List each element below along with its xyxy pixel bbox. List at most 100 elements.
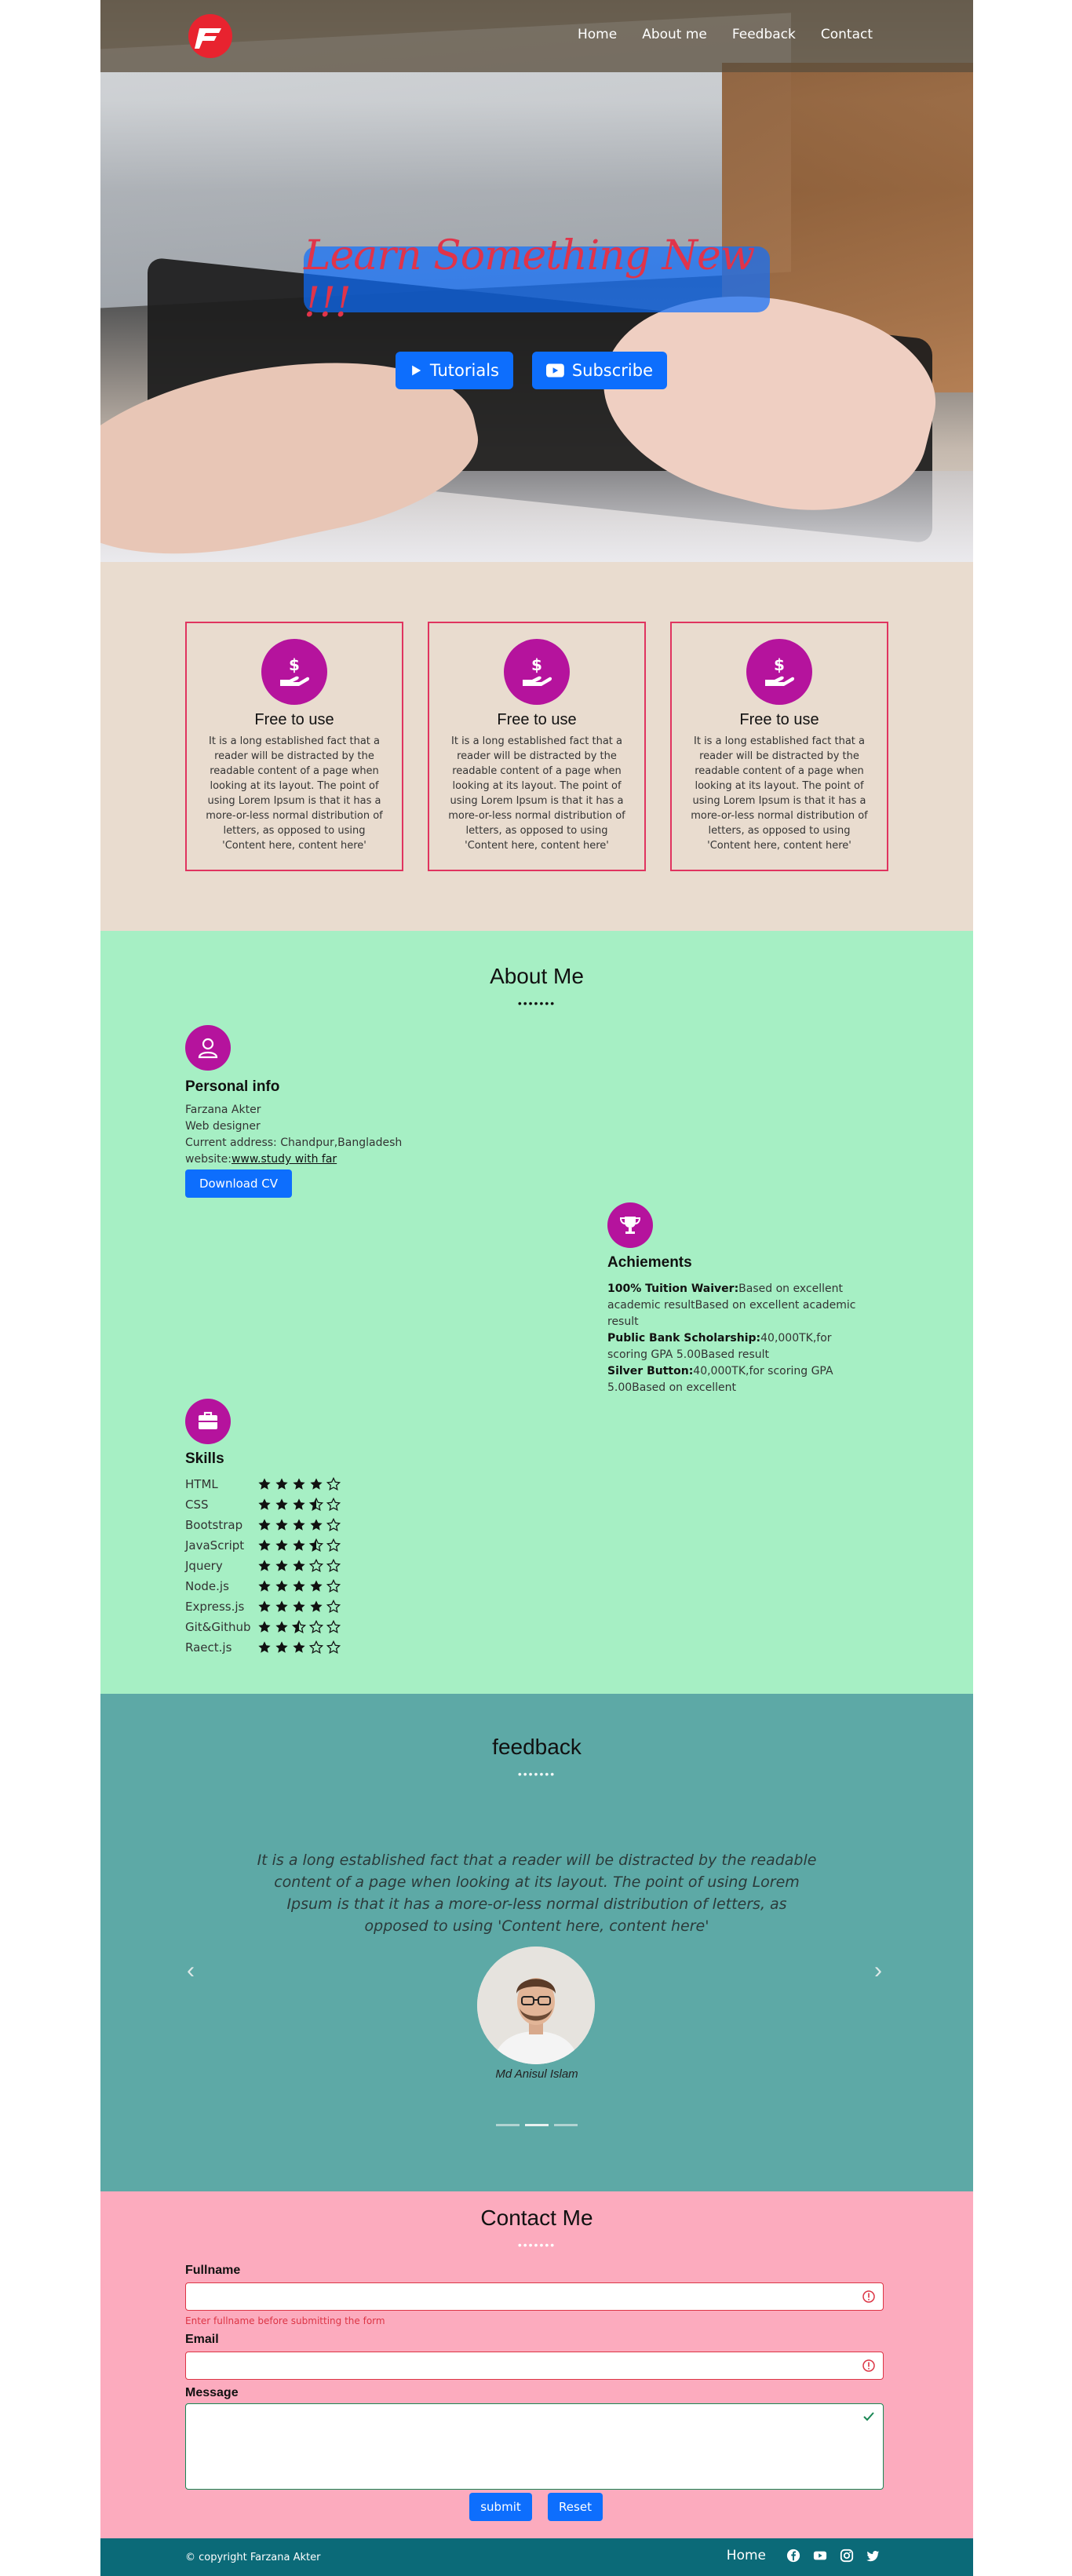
achievement-item: Public Bank Scholarship:40,000TK,for sco… bbox=[607, 1330, 874, 1363]
subscribe-label: Subscribe bbox=[571, 361, 653, 380]
skill-name: CSS bbox=[185, 1498, 209, 1512]
error-icon bbox=[862, 2290, 875, 2303]
facebook-icon[interactable] bbox=[786, 2549, 800, 2563]
feature-icon-circle: $ bbox=[261, 639, 327, 705]
nav-menu: Home About me Feedback Contact bbox=[578, 27, 873, 42]
carousel-prev-button[interactable]: ‹ bbox=[187, 1958, 195, 1984]
skill-rating bbox=[257, 1498, 341, 1512]
feedback-title: feedback bbox=[492, 1735, 582, 1759]
star-empty-icon bbox=[326, 1518, 341, 1531]
personal-icon-circle bbox=[185, 1025, 231, 1071]
feature-text: It is a long established fact that a rea… bbox=[691, 735, 868, 852]
submit-button[interactable]: submit bbox=[469, 2493, 532, 2521]
star-full-icon bbox=[293, 1600, 305, 1612]
star-empty-icon bbox=[326, 1559, 341, 1572]
skill-name: Raect.js bbox=[185, 1640, 232, 1655]
twitter-icon[interactable] bbox=[866, 2549, 881, 2563]
skill-rating bbox=[257, 1620, 341, 1634]
star-full-icon bbox=[310, 1580, 323, 1592]
feedback-divider: ••••••• bbox=[517, 1768, 556, 1780]
star-full-icon bbox=[258, 1539, 271, 1551]
skill-name: JavaScript bbox=[185, 1538, 245, 1553]
skill-row: JavaScript bbox=[185, 1535, 341, 1556]
star-half-icon bbox=[309, 1538, 323, 1552]
star-full-icon bbox=[258, 1478, 271, 1490]
instagram-icon[interactable] bbox=[840, 2549, 854, 2563]
nav-contact[interactable]: Contact bbox=[821, 27, 873, 42]
reset-button[interactable]: Reset bbox=[548, 2493, 603, 2521]
star-full-icon bbox=[275, 1478, 288, 1490]
trophy-icon bbox=[619, 1217, 641, 1234]
copyright-text: © copyright Farzana Akter bbox=[185, 2552, 321, 2563]
star-full-icon bbox=[275, 1519, 288, 1531]
features-section: $ Free to use It is a long established f… bbox=[100, 562, 973, 931]
subscribe-button[interactable]: Subscribe bbox=[532, 352, 667, 389]
achievement-name: Public Bank Scholarship: bbox=[607, 1332, 761, 1345]
skill-name: Git&Github bbox=[185, 1620, 251, 1634]
star-full-icon bbox=[258, 1641, 271, 1653]
achievement-name: Silver Button: bbox=[607, 1365, 694, 1377]
star-full-icon bbox=[275, 1600, 288, 1612]
testimonial-avatar bbox=[477, 1947, 595, 2064]
fullname-input[interactable] bbox=[185, 2282, 884, 2311]
navbar: Home About me Feedback Contact bbox=[100, 0, 973, 72]
carousel-indicator[interactable] bbox=[554, 2124, 578, 2126]
carousel-indicator[interactable] bbox=[496, 2124, 520, 2126]
tutorials-button[interactable]: Tutorials bbox=[396, 352, 513, 389]
achievement-item: 100% Tuition Waiver:Based on excellent a… bbox=[607, 1281, 874, 1330]
skill-name: HTML bbox=[185, 1477, 218, 1491]
skill-row: Jquery bbox=[185, 1556, 341, 1576]
star-empty-icon bbox=[326, 1538, 341, 1552]
feature-card: $ Free to use It is a long established f… bbox=[185, 622, 403, 871]
play-icon bbox=[412, 365, 421, 376]
carousel-indicator-active[interactable] bbox=[525, 2124, 549, 2126]
email-input[interactable] bbox=[185, 2352, 884, 2380]
nav-home[interactable]: Home bbox=[578, 27, 617, 42]
footer-links: Home bbox=[727, 2548, 881, 2563]
svg-text:$: $ bbox=[774, 655, 785, 674]
skills-title: Skills bbox=[185, 1450, 224, 1467]
hand-dollar-icon: $ bbox=[523, 655, 552, 686]
achievement-item: Silver Button:40,000TK,for scoring GPA 5… bbox=[607, 1363, 874, 1396]
star-full-icon bbox=[293, 1498, 305, 1510]
skills-icon-circle bbox=[185, 1399, 231, 1444]
feature-text: It is a long established fact that a rea… bbox=[206, 735, 383, 852]
skill-name: Bootstrap bbox=[185, 1518, 243, 1532]
feature-icon-circle: $ bbox=[746, 639, 812, 705]
achievements-list: 100% Tuition Waiver:Based on excellent a… bbox=[607, 1281, 874, 1396]
fullname-label: Fullname bbox=[185, 2264, 241, 2277]
star-full-icon bbox=[293, 1478, 305, 1490]
star-empty-icon bbox=[326, 1579, 341, 1593]
nav-feedback[interactable]: Feedback bbox=[732, 27, 796, 42]
hand-dollar-icon: $ bbox=[280, 655, 310, 686]
star-empty-icon bbox=[309, 1559, 323, 1572]
message-label: Message bbox=[185, 2386, 239, 2399]
footer-home-link[interactable]: Home bbox=[727, 2548, 766, 2563]
feature-icon-circle: $ bbox=[504, 639, 570, 705]
skill-rating bbox=[257, 1640, 341, 1655]
star-full-icon bbox=[275, 1560, 288, 1571]
personal-address: Current address: Chandpur,Bangladesh bbox=[185, 1137, 403, 1149]
tutorials-label: Tutorials bbox=[429, 361, 499, 380]
star-full-icon bbox=[275, 1621, 288, 1633]
personal-info-title: Personal info bbox=[185, 1078, 280, 1095]
footer: © copyright Farzana Akter Home bbox=[100, 2538, 973, 2576]
hand-dollar-icon: $ bbox=[765, 655, 795, 686]
nav-about[interactable]: About me bbox=[642, 27, 707, 42]
achievements-icon-circle bbox=[607, 1202, 653, 1248]
youtube-icon[interactable] bbox=[813, 2549, 827, 2563]
error-icon bbox=[862, 2359, 875, 2372]
carousel-next-button[interactable]: › bbox=[874, 1958, 882, 1984]
star-empty-icon bbox=[326, 1498, 341, 1511]
fullname-help-text: Enter fullname before submitting the for… bbox=[185, 2315, 385, 2326]
brand-logo-icon[interactable] bbox=[185, 11, 235, 61]
website-link[interactable]: www.study with far bbox=[232, 1153, 337, 1166]
personal-role: Web designer bbox=[185, 1120, 261, 1133]
avatar-photo bbox=[477, 1947, 595, 2064]
user-icon bbox=[198, 1038, 218, 1059]
hero-headline-text: Learn Something New !!! bbox=[304, 232, 755, 327]
skill-rating bbox=[257, 1518, 341, 1532]
download-cv-button[interactable]: Download CV bbox=[185, 1169, 292, 1198]
message-textarea[interactable] bbox=[185, 2403, 884, 2490]
feature-title: Free to use bbox=[497, 711, 577, 728]
